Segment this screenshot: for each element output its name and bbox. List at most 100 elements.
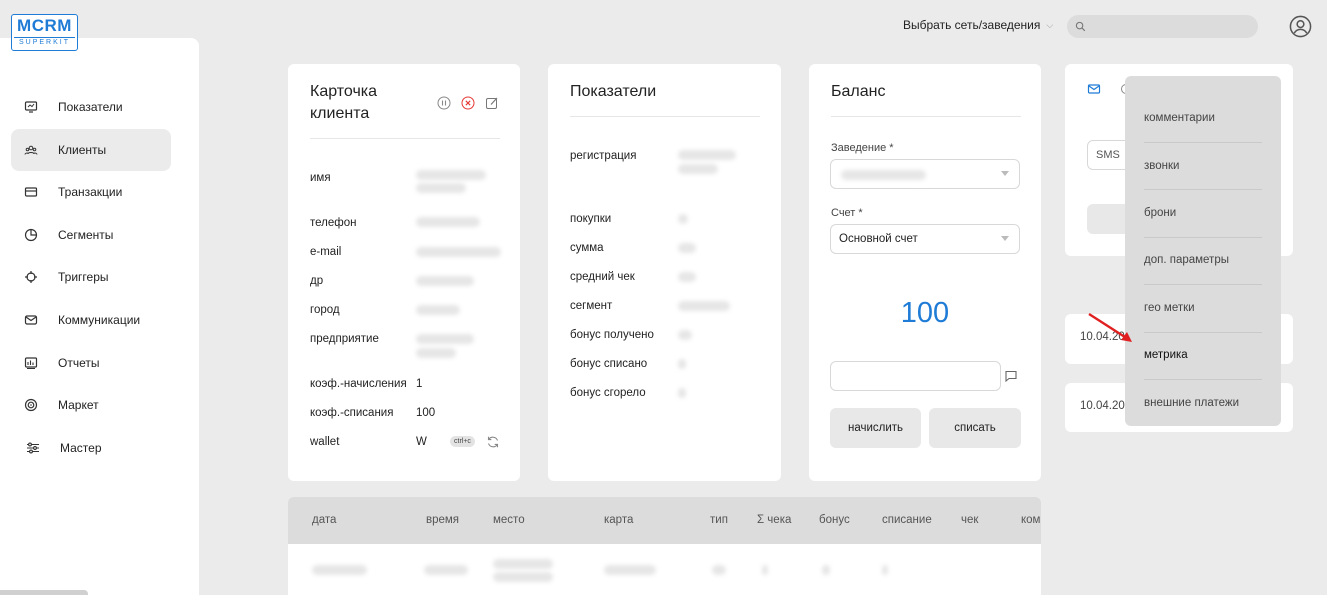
blurred-value xyxy=(678,150,736,160)
column-header[interactable]: время xyxy=(426,514,459,526)
refresh-icon xyxy=(487,436,499,448)
sliders-icon xyxy=(26,441,40,455)
metric-label: средний чек xyxy=(570,271,635,283)
sidebar-item-master[interactable]: Мастер xyxy=(11,427,171,469)
market-icon xyxy=(24,398,38,412)
metric-label: бонус сгорело xyxy=(570,387,646,399)
user-avatar[interactable] xyxy=(1289,15,1312,38)
chevron-down-icon: ⌵ xyxy=(1046,19,1054,30)
mail-icon xyxy=(1087,84,1101,94)
blurred-value xyxy=(416,305,460,315)
writeoff-button[interactable]: списать xyxy=(929,408,1021,448)
logo[interactable]: MCRM SUPERKIT xyxy=(11,14,78,51)
copy-badge[interactable]: ctrl+c xyxy=(450,436,475,447)
column-header[interactable]: место xyxy=(493,514,525,526)
field-label-birthday: др xyxy=(310,275,324,287)
sidebar-item-triggers[interactable]: Триггеры xyxy=(11,256,171,298)
menu-item-comments[interactable]: комментарии xyxy=(1144,112,1262,124)
transactions-table-header: дата время место карта тип Σ чека бонус … xyxy=(288,497,1041,544)
sidebar-scrollbar[interactable] xyxy=(0,590,88,595)
blurred-cell xyxy=(712,565,726,575)
blurred-value xyxy=(416,247,501,257)
dashboard-icon xyxy=(24,100,38,114)
menu-divider xyxy=(1144,379,1262,380)
search-bar[interactable] xyxy=(1067,15,1258,38)
red-arrow-annotation xyxy=(1088,312,1132,342)
column-header[interactable]: бонус xyxy=(819,514,850,526)
column-header[interactable]: Σ чека xyxy=(757,514,791,526)
balance-card: Баланс Заведение * Счет * Основной счет … xyxy=(809,64,1041,481)
field-label-company: предприятие xyxy=(310,333,379,345)
column-header[interactable]: чек xyxy=(961,514,978,526)
accrue-button[interactable]: начислить xyxy=(830,408,921,448)
blurred-value xyxy=(841,170,926,180)
pause-icon xyxy=(437,96,451,110)
field-label-email: e-mail xyxy=(310,246,342,258)
sidebar-item-dashboard[interactable]: Показатели xyxy=(11,86,171,128)
writeoff-coef-value: 100 xyxy=(416,407,436,419)
blurred-cell xyxy=(604,565,656,575)
column-header[interactable]: ком xyxy=(1021,514,1040,526)
balance-value: 100 xyxy=(900,297,950,329)
close-circle-icon xyxy=(461,96,475,110)
metric-label: регистрация xyxy=(570,150,637,162)
sidebar-item-transactions[interactable]: Транзакции xyxy=(11,171,171,213)
menu-item-calls[interactable]: звонки xyxy=(1144,160,1262,172)
edit-button[interactable] xyxy=(485,96,499,110)
blurred-cell xyxy=(424,565,468,575)
divider xyxy=(570,116,760,117)
sidebar-item-label: Отчеты xyxy=(58,356,100,370)
column-header[interactable]: дата xyxy=(312,514,336,526)
sidebar-item-reports[interactable]: Отчеты xyxy=(11,342,171,384)
network-select[interactable]: Выбрать сеть/заведения ⌵ xyxy=(903,18,1053,32)
metric-label: сумма xyxy=(570,242,604,254)
field-label-writeoff-coef: коэф.-списания xyxy=(310,407,394,419)
blurred-cell xyxy=(312,565,367,575)
field-label-accrual-coef: коэф.-начисления xyxy=(310,378,407,390)
search-input[interactable] xyxy=(1092,20,1252,33)
pause-button[interactable] xyxy=(437,96,451,110)
blurred-value xyxy=(416,183,466,193)
comment-icon xyxy=(1005,370,1017,383)
menu-item-metrics[interactable]: метрика xyxy=(1144,349,1262,361)
menu-item-external-payments[interactable]: внешние платежи xyxy=(1144,397,1262,409)
blurred-value xyxy=(678,272,696,282)
mail-icon xyxy=(24,313,38,327)
menu-divider xyxy=(1144,284,1262,285)
blurred-cell xyxy=(493,572,553,582)
field-label-wallet: wallet xyxy=(310,436,340,448)
sidebar-item-market[interactable]: Маркет xyxy=(11,384,171,426)
delete-button[interactable] xyxy=(461,96,475,110)
menu-item-bookings[interactable]: брони xyxy=(1144,207,1262,219)
column-header[interactable]: карта xyxy=(604,514,633,526)
mail-tab-button[interactable] xyxy=(1087,82,1101,96)
comment-button[interactable] xyxy=(1004,369,1018,383)
blurred-cell xyxy=(762,565,768,575)
menu-divider xyxy=(1144,189,1262,190)
blurred-value xyxy=(416,276,474,286)
sidebar-item-segments[interactable]: Сегменты xyxy=(11,214,171,256)
blurred-value xyxy=(416,334,474,344)
more-dropdown-menu: комментарии звонки брони доп. параметры … xyxy=(1125,76,1281,426)
field-label-city: город xyxy=(310,304,340,316)
wallet-value: W xyxy=(416,436,427,448)
column-header[interactable]: тип xyxy=(710,514,728,526)
menu-item-geo-tags[interactable]: гео метки xyxy=(1144,302,1262,314)
search-icon xyxy=(1075,21,1086,32)
refresh-button[interactable] xyxy=(486,435,500,449)
amount-input[interactable] xyxy=(830,361,1001,391)
client-card: Карточка клиента имя телефон e-mail др г… xyxy=(288,64,520,481)
menu-item-extra-params[interactable]: доп. параметры xyxy=(1144,254,1262,266)
blurred-cell xyxy=(822,565,830,575)
venue-select[interactable] xyxy=(830,159,1020,189)
menu-divider xyxy=(1144,237,1262,238)
blurred-value xyxy=(416,170,486,180)
table-row[interactable] xyxy=(288,544,1041,595)
column-header[interactable]: списание xyxy=(882,514,932,526)
card-icon xyxy=(24,185,38,199)
sidebar-item-communications[interactable]: Коммуникации xyxy=(11,299,171,341)
account-select[interactable]: Основной счет xyxy=(830,224,1020,254)
sidebar-item-clients[interactable]: Клиенты xyxy=(11,129,171,171)
blurred-value xyxy=(678,388,686,398)
sidebar-item-label: Триггеры xyxy=(58,270,109,284)
